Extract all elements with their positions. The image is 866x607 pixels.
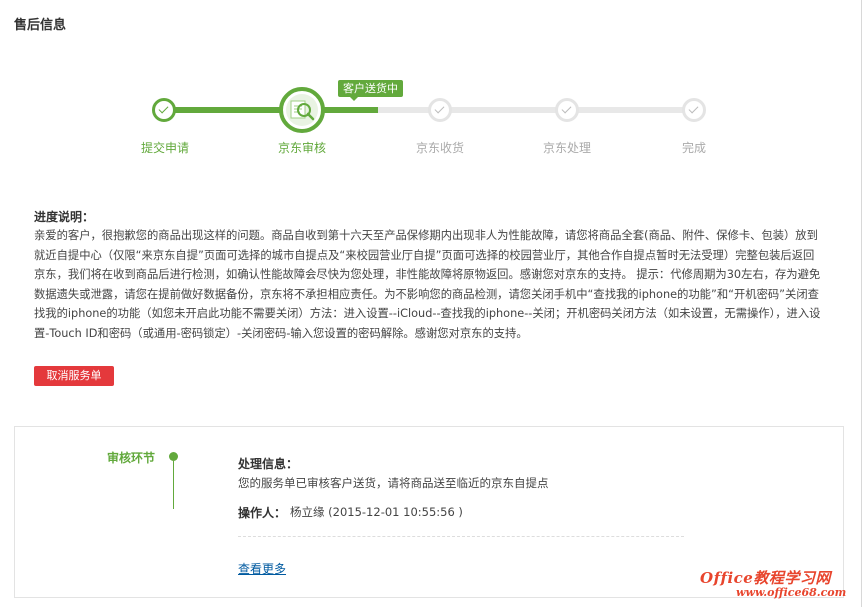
status-tag: 客户送货中 bbox=[338, 80, 403, 101]
step-node-submit bbox=[152, 98, 176, 122]
step-label-submit: 提交申请 bbox=[140, 141, 189, 155]
progress-description-title: 进度说明： bbox=[34, 210, 95, 224]
divider bbox=[238, 536, 684, 537]
cancel-service-button[interactable]: 取消服务单 bbox=[34, 366, 114, 386]
watermark-title: Office教程学习网 bbox=[700, 569, 831, 587]
operator-value: 杨立缘 (2015-12-01 10:55:56 ) bbox=[290, 505, 463, 519]
step-label-review: 京东审核 bbox=[277, 141, 326, 155]
step-label-complete: 完成 bbox=[681, 141, 706, 155]
step-node-review bbox=[279, 87, 325, 133]
check-icon bbox=[561, 103, 572, 114]
magnifier-document-icon bbox=[290, 100, 315, 121]
progress-track-done bbox=[174, 107, 378, 113]
step-node-complete bbox=[682, 98, 706, 122]
step-node-receive bbox=[428, 98, 452, 122]
timeline-dot bbox=[169, 452, 178, 461]
operator-label: 操作人： bbox=[238, 506, 287, 520]
timeline-line bbox=[173, 461, 174, 509]
watermark-url: www.office68.com bbox=[736, 586, 847, 599]
check-icon bbox=[688, 103, 699, 114]
step-label-receive: 京东收货 bbox=[415, 141, 464, 155]
step-node-process bbox=[555, 98, 579, 122]
progress-description-text: 亲爱的客户，很抱歉您的商品出现这样的问题。商品自收到第十六天至产品保修期内出现非… bbox=[34, 229, 821, 340]
process-info-text: 您的服务单已审核客户送货，请将商品送至临近的京东自提点 bbox=[238, 476, 549, 490]
view-more-link[interactable]: 查看更多 bbox=[238, 560, 286, 577]
check-icon bbox=[158, 103, 169, 114]
page-title: 售后信息 bbox=[14, 18, 67, 33]
check-icon bbox=[434, 103, 445, 114]
step-label-process: 京东处理 bbox=[542, 141, 591, 155]
page-right-border bbox=[861, 0, 862, 607]
progress-track-pending bbox=[378, 107, 694, 113]
audit-stage-label: 审核环节 bbox=[107, 451, 156, 465]
process-info-title: 处理信息： bbox=[238, 457, 299, 471]
